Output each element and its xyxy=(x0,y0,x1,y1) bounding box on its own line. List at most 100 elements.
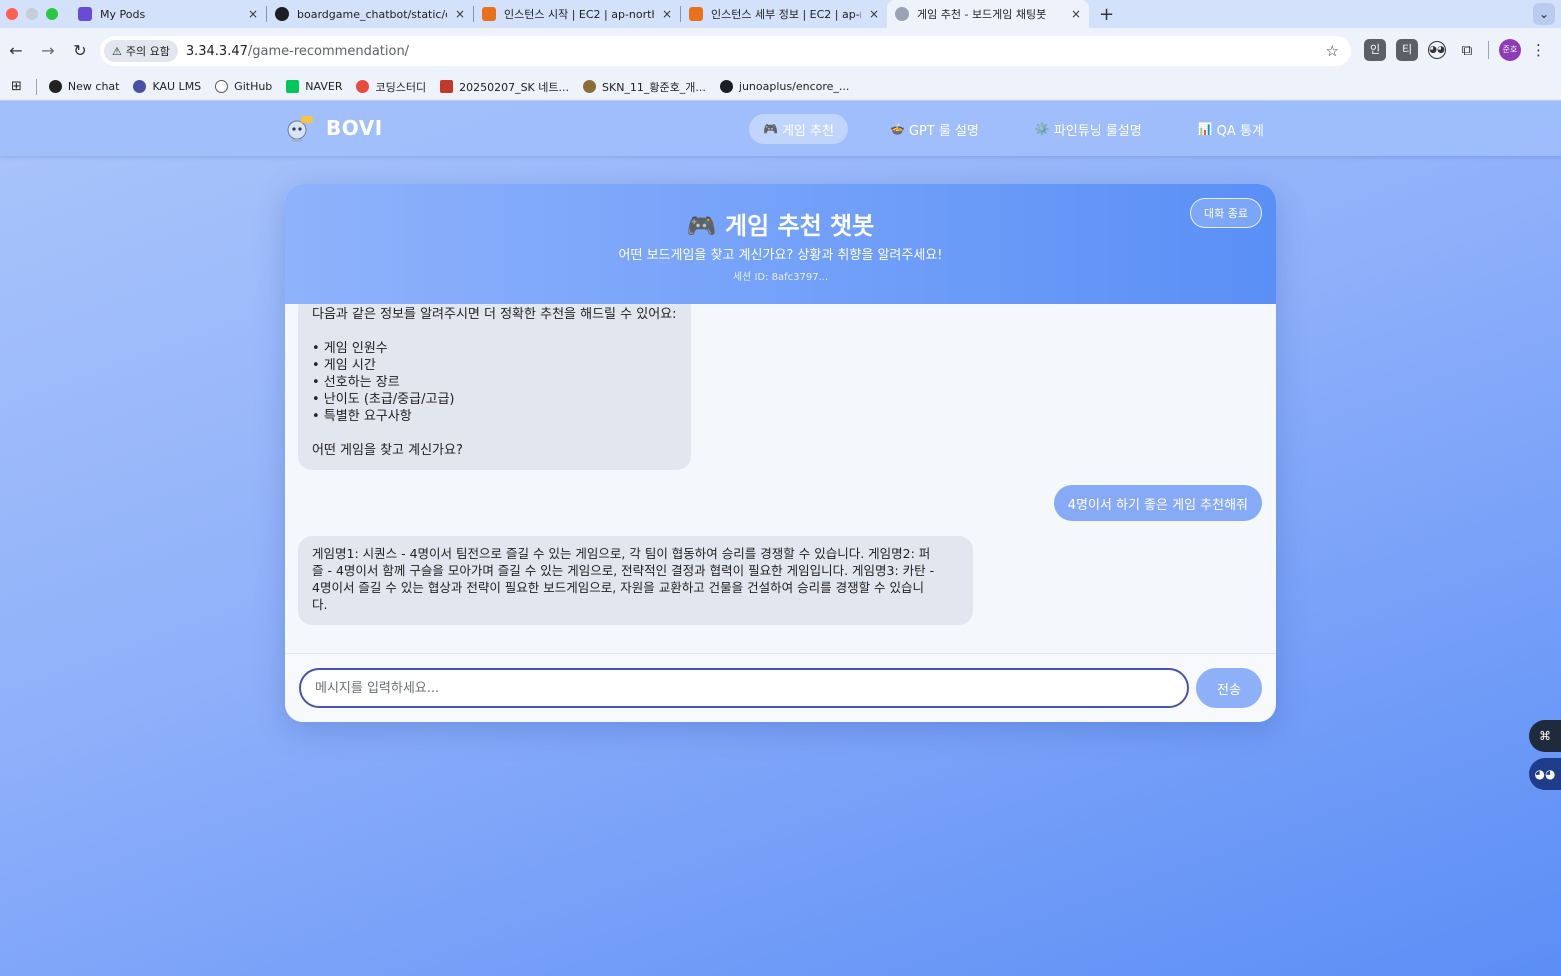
bookmark-item[interactable]: junoaplus/encore_... xyxy=(719,80,849,93)
message-line: 다. xyxy=(312,597,328,612)
bookmark-item[interactable]: 코딩스터디 xyxy=(356,79,426,95)
address-bar[interactable]: ⚠ 주의 요함 3.34.3.47/game-recommendation/ ☆ xyxy=(100,36,1351,66)
tab-search-chevron-icon[interactable]: ⌄ xyxy=(1533,3,1555,25)
browser-toolbar: ← → ↻ ⚠ 주의 요함 3.34.3.47/game-recommendat… xyxy=(0,28,1561,73)
extension-button[interactable]: 인 xyxy=(1364,39,1386,61)
ai-assistant-icon[interactable]: ◕◕ xyxy=(1428,41,1446,59)
tab-close-icon[interactable]: × xyxy=(662,7,672,21)
bookmark-item[interactable]: KAU LMS xyxy=(133,80,201,93)
message-line xyxy=(312,425,677,442)
site-header: BOVI 🎮 게임 추천 🍲 GPT 룰 설명 ⚙️ 파인튜닝 룰설명 📊 QA 통계 xyxy=(0,101,1561,156)
chat-card: 🎮 게임 추천 챗봇 어떤 보드게임을 찾고 계신가요? 상황과 취향을 알려주… xyxy=(285,184,1276,722)
security-warning-label: 주의 요함 xyxy=(125,45,170,58)
new-tab-button[interactable]: + xyxy=(1099,4,1114,25)
bookmark-label: SKN_11_황준호_개... xyxy=(602,80,706,94)
nav-finetuning-rules[interactable]: ⚙️ 파인튜닝 룰설명 xyxy=(1021,114,1156,144)
nav-qa-stats[interactable]: 📊 QA 통계 xyxy=(1184,114,1278,144)
tab-close-icon[interactable]: × xyxy=(248,7,258,21)
forward-arrow-icon[interactable]: → xyxy=(32,41,64,60)
window-controls xyxy=(6,8,58,20)
robot-logo-icon xyxy=(286,115,313,142)
naver-icon xyxy=(286,80,300,93)
gear-icon: ⚙️ xyxy=(1034,122,1050,136)
tab-title: 게임 추천 - 보드게임 채팅봇 xyxy=(917,8,1047,21)
bar-chart-icon: 📊 xyxy=(1197,122,1213,136)
bookmark-item[interactable]: GitHub xyxy=(215,80,272,93)
nav-game-recommendation[interactable]: 🎮 게임 추천 xyxy=(749,114,848,144)
bookmark-label: 코딩스터디 xyxy=(375,80,427,94)
apps-grid-icon[interactable]: ⊞ xyxy=(11,79,22,94)
github-icon xyxy=(719,80,733,93)
close-window-button[interactable] xyxy=(6,8,18,20)
reload-icon[interactable]: ↻ xyxy=(64,41,96,60)
kau-icon xyxy=(133,80,147,93)
tab-close-icon[interactable]: × xyxy=(869,7,879,21)
chat-header: 🎮 게임 추천 챗봇 어떤 보드게임을 찾고 계신가요? 상황과 취향을 알려주… xyxy=(285,184,1276,304)
notion-icon xyxy=(583,80,596,93)
message-list[interactable]: 다음과 같은 정보를 알려주시면 더 정확한 추천을 해드릴 수 있어요: • … xyxy=(285,304,1276,653)
message-input[interactable] xyxy=(299,668,1189,708)
browser-tab[interactable]: boardgame_chatbot/static/ch × xyxy=(267,0,473,28)
message-line: 다음과 같은 정보를 알려주시면 더 정확한 추천을 해드릴 수 있어요: xyxy=(312,307,677,322)
browser-tab[interactable]: My Pods × xyxy=(70,0,266,28)
message-line xyxy=(312,323,677,340)
bookmarks-divider xyxy=(35,78,37,95)
site-logo[interactable]: BOVI xyxy=(286,115,383,142)
nav-label: QA 통계 xyxy=(1216,123,1264,139)
extension-button[interactable]: 티 xyxy=(1396,39,1418,61)
chatgpt-icon xyxy=(48,80,62,93)
bookmark-item[interactable]: SKN_11_황준호_개... xyxy=(583,79,706,95)
tab-close-icon[interactable]: × xyxy=(1071,7,1081,21)
message-line: • 난이도 (초급/중급/고급) xyxy=(312,392,455,407)
github-icon xyxy=(215,80,229,93)
security-warning-chip[interactable]: ⚠ 주의 요함 xyxy=(104,40,178,62)
extensions-area: 인 티 ◕◕ ⧉ 준호 ⋮ xyxy=(1364,37,1546,63)
bookmark-item[interactable]: 20250207_SK 네트... xyxy=(440,79,569,95)
message-line: 게임명1: 시퀀스 - 4명이서 팀전으로 즐길 수 있는 게임으로, 각 팀이… xyxy=(312,546,931,561)
bookmark-label: New chat xyxy=(67,80,120,93)
end-chat-button[interactable]: 대화 종료 xyxy=(1190,198,1262,228)
session-id: 세션 ID: 8afc3797... xyxy=(732,272,829,283)
sk-icon xyxy=(440,80,454,93)
back-arrow-icon[interactable]: ← xyxy=(0,41,32,60)
page-viewport: BOVI 🎮 게임 추천 🍲 GPT 룰 설명 ⚙️ 파인튜닝 룰설명 📊 QA 통계 … xyxy=(0,101,1561,976)
floating-apps-icon[interactable]: ⌘ xyxy=(1529,720,1561,752)
bookmark-item[interactable]: NAVER xyxy=(286,80,342,93)
aws-favicon-icon xyxy=(482,7,496,21)
message-line: 어떤 게임을 찾고 계신가요? xyxy=(312,443,463,458)
browser-tab-bar: My Pods × boardgame_chatbot/static/ch × … xyxy=(0,0,1561,28)
browser-tab[interactable]: 인스턴스 세부 정보 | EC2 | ap-no × xyxy=(681,0,887,28)
floating-assistant-icon[interactable]: ◕◕ xyxy=(1529,758,1561,790)
tab-title: boardgame_chatbot/static/ch xyxy=(297,7,447,21)
browser-tab-active[interactable]: 게임 추천 - 보드게임 채팅봇 × xyxy=(887,0,1089,28)
send-button[interactable]: 전송 xyxy=(1196,668,1262,708)
github-favicon-icon xyxy=(275,7,289,21)
globe-favicon-icon xyxy=(895,7,909,21)
bookmarks-bar: ⊞ New chat KAU LMS GitHub NAVER 코딩스터디 20… xyxy=(0,73,1561,101)
tab-title: 인스턴스 시작 | EC2 | ap-northe xyxy=(504,8,654,21)
message-line: • 게임 시간 xyxy=(312,358,376,373)
minimize-window-button[interactable] xyxy=(26,8,38,20)
puzzle-extensions-icon[interactable]: ⧉ xyxy=(1456,39,1478,61)
tab-close-icon[interactable]: × xyxy=(455,7,465,21)
warning-triangle-icon: ⚠ xyxy=(112,44,122,58)
nav-gpt-rules[interactable]: 🍲 GPT 룰 설명 xyxy=(876,114,993,144)
profile-avatar[interactable]: 준호 xyxy=(1499,39,1521,61)
chat-subtitle: 어떤 보드게임을 찾고 계신가요? 상황과 취향을 알려주세요! xyxy=(618,248,943,263)
bookmark-star-icon[interactable]: ☆ xyxy=(1326,42,1339,60)
kebab-menu-icon[interactable]: ⋮ xyxy=(1531,39,1546,61)
message-line: • 특별한 요구사항 xyxy=(312,409,412,424)
bot-message: 다음과 같은 정보를 알려주시면 더 정확한 추천을 해드릴 수 있어요: • … xyxy=(298,304,691,470)
url-text[interactable]: 3.34.3.47/game-recommendation/ xyxy=(186,44,409,59)
bookmark-item[interactable]: New chat xyxy=(48,80,120,93)
url-path: /game-recommendation/ xyxy=(247,43,410,59)
user-message: 4명이서 하기 좋은 게임 추천해줘 xyxy=(1053,485,1262,521)
bookmark-label: KAU LMS xyxy=(152,80,202,93)
bot-message: 게임명1: 시퀀스 - 4명이서 팀전으로 즐길 수 있는 게임으로, 각 팀이… xyxy=(298,536,973,625)
browser-tab[interactable]: 인스턴스 시작 | EC2 | ap-northe × xyxy=(474,0,680,28)
bookmark-label: 20250207_SK 네트... xyxy=(459,80,569,94)
nav-label: 게임 추천 xyxy=(781,123,834,139)
zoom-window-button[interactable] xyxy=(46,8,58,20)
main-nav: 🎮 게임 추천 🍲 GPT 룰 설명 ⚙️ 파인튜닝 룰설명 📊 QA 통계 xyxy=(749,114,1278,144)
tab-title: My Pods xyxy=(100,7,146,21)
